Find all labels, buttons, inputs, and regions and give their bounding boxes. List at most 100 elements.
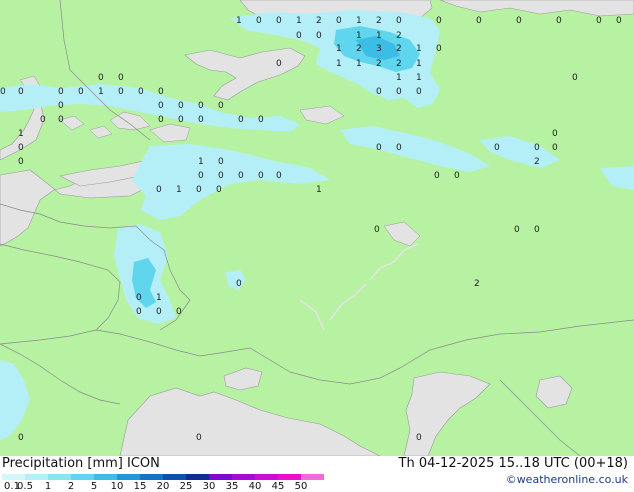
precip-label: 0 bbox=[316, 31, 322, 41]
precip-label: 0 bbox=[434, 171, 440, 181]
precip-label: 1 bbox=[98, 87, 104, 97]
precip-label: 1 bbox=[336, 59, 342, 69]
legend-tick-label: 40 bbox=[248, 481, 262, 492]
precip-label: 0 bbox=[218, 171, 224, 181]
precip-label: 0 bbox=[136, 307, 142, 317]
precip-label: 2 bbox=[376, 16, 382, 26]
precip-label: 0 bbox=[198, 101, 204, 111]
variable-name: Precipitation [mm] bbox=[2, 456, 123, 471]
legend-tick-label: 0.5 bbox=[17, 481, 33, 492]
precip-label: 2 bbox=[474, 279, 480, 289]
precip-label: 0 bbox=[58, 87, 64, 97]
precip-label: 0 bbox=[572, 73, 578, 83]
legend-tick-label: 10 bbox=[110, 481, 124, 492]
precip-label: 0 bbox=[516, 16, 522, 26]
legend-tick-label: 15 bbox=[133, 481, 147, 492]
precip-label: 0 bbox=[196, 433, 202, 443]
precip-label: 0 bbox=[158, 101, 164, 111]
precip-label: 0 bbox=[216, 185, 222, 195]
credit-link[interactable]: ©weatheronline.co.uk bbox=[506, 473, 628, 486]
precip-label: 1 bbox=[356, 59, 362, 69]
precip-label: 0 bbox=[336, 16, 342, 26]
precip-label: 0 bbox=[396, 143, 402, 153]
legend-swatch bbox=[232, 474, 255, 480]
legend-tick-label: 20 bbox=[156, 481, 170, 492]
precip-label: 0 bbox=[552, 143, 558, 153]
precip-label: 1 bbox=[416, 44, 422, 54]
precip-label: 0 bbox=[236, 279, 242, 289]
precip-label: 1 bbox=[416, 73, 422, 83]
precip-label: 0 bbox=[454, 171, 460, 181]
precip-label: 0 bbox=[0, 87, 6, 97]
precip-label: 0 bbox=[78, 87, 84, 97]
precip-label: 0 bbox=[476, 16, 482, 26]
precip-label: 0 bbox=[416, 87, 422, 97]
precip-label: 3 bbox=[376, 44, 382, 54]
precip-label: 1 bbox=[198, 157, 204, 167]
precip-label: 0 bbox=[98, 73, 104, 83]
precip-label: 0 bbox=[534, 225, 540, 235]
precip-label: 0 bbox=[376, 143, 382, 153]
precip-label: 0 bbox=[376, 87, 382, 97]
precip-label: 0 bbox=[276, 16, 282, 26]
precip-label: 2 bbox=[316, 16, 322, 26]
precip-label: 0 bbox=[238, 171, 244, 181]
legend-tick-label: 2 bbox=[67, 481, 75, 492]
precip-label: 1 bbox=[316, 185, 322, 195]
precip-label: 0 bbox=[136, 293, 142, 303]
precip-label: 0 bbox=[58, 101, 64, 111]
precip-label: 1 bbox=[236, 16, 242, 26]
precip-label: 2 bbox=[356, 44, 362, 54]
precip-label: 0 bbox=[556, 16, 562, 26]
precip-label: 2 bbox=[396, 59, 402, 69]
map-footer: Precipitation [mm] ICON Th 04-12-2025 15… bbox=[0, 456, 634, 492]
precip-label: 0 bbox=[596, 16, 602, 26]
legend-tick-label: 1 bbox=[44, 481, 52, 492]
precip-label: 0 bbox=[494, 143, 500, 153]
legend-swatch bbox=[71, 474, 94, 480]
precip-label: 0 bbox=[158, 115, 164, 125]
precip-label: 0 bbox=[178, 101, 184, 111]
precip-label: 0 bbox=[118, 73, 124, 83]
precip-label: 0 bbox=[18, 433, 24, 443]
precip-label: 0 bbox=[396, 16, 402, 26]
precip-label: 0 bbox=[436, 44, 442, 54]
precip-label: 0 bbox=[276, 171, 282, 181]
legend-swatch bbox=[48, 474, 71, 480]
precip-label: 0 bbox=[396, 87, 402, 97]
precip-label: 1 bbox=[416, 59, 422, 69]
precip-label: 2 bbox=[396, 31, 402, 41]
precip-label: 0 bbox=[18, 87, 24, 97]
precip-label: 0 bbox=[198, 171, 204, 181]
precip-label: 0 bbox=[276, 59, 282, 69]
precip-label: 2 bbox=[534, 157, 540, 167]
precip-label: 0 bbox=[158, 87, 164, 97]
legend-swatch bbox=[140, 474, 163, 480]
precip-label: 0 bbox=[436, 16, 442, 26]
precip-label: 0 bbox=[156, 307, 162, 317]
precip-label: 1 bbox=[336, 44, 342, 54]
precip-label: 0 bbox=[178, 115, 184, 125]
precip-label: 0 bbox=[238, 115, 244, 125]
precip-label: 0 bbox=[514, 225, 520, 235]
legend-tick-label: 25 bbox=[179, 481, 193, 492]
precip-label: 0 bbox=[258, 115, 264, 125]
precip-label: 0 bbox=[18, 157, 24, 167]
legend-swatch bbox=[25, 474, 48, 480]
legend-swatch bbox=[255, 474, 278, 480]
precip-label: 0 bbox=[156, 185, 162, 195]
precip-label: 0 bbox=[218, 101, 224, 111]
legend-swatch bbox=[163, 474, 186, 480]
precip-label: 1 bbox=[396, 73, 402, 83]
precip-label: 0 bbox=[196, 185, 202, 195]
precip-label: 0 bbox=[176, 307, 182, 317]
precip-label: 0 bbox=[258, 171, 264, 181]
precip-label: 0 bbox=[296, 31, 302, 41]
legend-tick-label: 50 bbox=[294, 481, 308, 492]
precip-label: 0 bbox=[416, 433, 422, 443]
precip-label: 0 bbox=[198, 115, 204, 125]
precip-label: 0 bbox=[18, 143, 24, 153]
precip-label: 2 bbox=[396, 44, 402, 54]
legend-tick-label: 35 bbox=[225, 481, 239, 492]
precip-label: 1 bbox=[356, 16, 362, 26]
